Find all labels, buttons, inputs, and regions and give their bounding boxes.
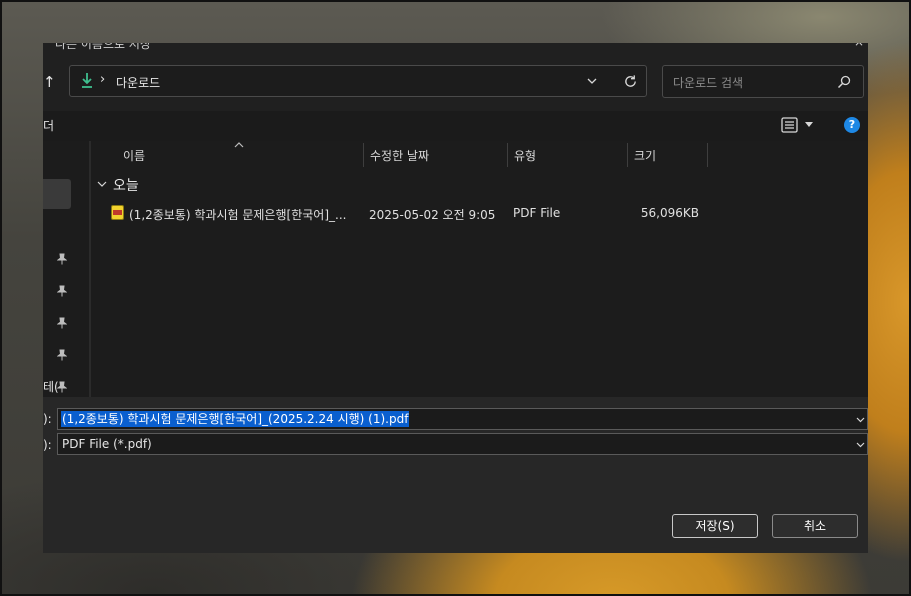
- pin-icon[interactable]: [57, 253, 67, 265]
- save-options-panel: ): (1,2종보통) 학과시험 문제은행[한국어]_(2025.2.24 시행…: [43, 397, 868, 553]
- group-header-today[interactable]: 오늘: [97, 175, 139, 195]
- navigation-pane: 테(: [43, 141, 91, 397]
- file-size: 56,096KB: [640, 206, 699, 220]
- pdf-icon: [111, 205, 124, 220]
- breadcrumb-separator: ›: [100, 72, 106, 87]
- close-icon[interactable]: ×: [854, 43, 864, 49]
- file-row[interactable]: (1,2종보통) 학과시험 문제은행[한국어]_... 2025-05-02 오…: [111, 201, 751, 225]
- filetype-select[interactable]: PDF File (*.pdf): [57, 433, 868, 455]
- view-options-icon[interactable]: [781, 117, 798, 133]
- new-folder-button[interactable]: 더: [43, 117, 54, 134]
- chevron-down-icon: [97, 181, 107, 187]
- file-date: 2025-05-02 오전 9:05: [369, 208, 496, 222]
- group-label: 오늘: [113, 178, 139, 194]
- column-divider[interactable]: [627, 143, 628, 167]
- column-divider[interactable]: [707, 143, 708, 167]
- column-header-name[interactable]: 이름: [123, 145, 145, 167]
- file-list: 이름 수정한 날짜 유형 크기 오늘 (1,2종보통) 학과시험 문제은행[한국…: [91, 141, 868, 397]
- download-icon: [82, 73, 92, 88]
- column-divider[interactable]: [507, 143, 508, 167]
- column-header-size[interactable]: 크기: [634, 145, 656, 167]
- nav-selected-item[interactable]: [43, 179, 71, 209]
- file-type: PDF File: [513, 206, 561, 220]
- address-bar[interactable]: › 다운로드: [69, 65, 647, 97]
- command-bar: 더 ?: [43, 111, 868, 141]
- filename-label: ):: [43, 412, 52, 426]
- breadcrumb-downloads[interactable]: 다운로드: [116, 74, 160, 91]
- filename-value: (1,2종보통) 학과시험 문제은행[한국어]_(2025.2.24 시행) (…: [61, 411, 410, 427]
- title-bar: 다른 이름으로 저장 ×: [43, 43, 868, 55]
- refresh-icon[interactable]: [623, 74, 638, 89]
- search-icon[interactable]: [837, 75, 851, 89]
- column-header-type[interactable]: 유형: [514, 145, 536, 167]
- filename-input[interactable]: (1,2종보통) 학과시험 문제은행[한국어]_(2025.2.24 시행) (…: [57, 408, 868, 430]
- up-arrow-icon[interactable]: ↑: [43, 73, 61, 91]
- save-button[interactable]: 저장(S): [672, 514, 758, 538]
- filetype-label: ):: [43, 438, 52, 452]
- search-placeholder: 다운로드 검색: [673, 76, 744, 90]
- file-name: (1,2종보통) 학과시험 문제은행[한국어]_...: [129, 208, 347, 222]
- pin-icon[interactable]: [57, 317, 67, 329]
- help-icon[interactable]: ?: [844, 117, 860, 133]
- search-box[interactable]: 다운로드 검색: [662, 65, 864, 98]
- chevron-down-icon[interactable]: [856, 415, 865, 424]
- view-dropdown-chevron-icon[interactable]: [805, 122, 813, 127]
- chevron-down-icon[interactable]: [586, 75, 598, 87]
- chevron-down-icon[interactable]: [856, 440, 865, 449]
- cancel-button[interactable]: 취소: [772, 514, 858, 538]
- column-header-date[interactable]: 수정한 날짜: [370, 145, 429, 167]
- pin-icon[interactable]: [57, 349, 67, 361]
- column-divider[interactable]: [363, 143, 364, 167]
- sort-ascending-icon: [234, 142, 244, 148]
- save-as-dialog: 다른 이름으로 저장 × ↑ › 다운로드 다운로드 검색 더 ?: [43, 43, 868, 553]
- pin-icon[interactable]: [57, 285, 67, 297]
- dialog-title: 다른 이름으로 저장: [55, 43, 151, 51]
- pin-icon[interactable]: [57, 381, 67, 393]
- filetype-value: PDF File (*.pdf): [62, 437, 152, 451]
